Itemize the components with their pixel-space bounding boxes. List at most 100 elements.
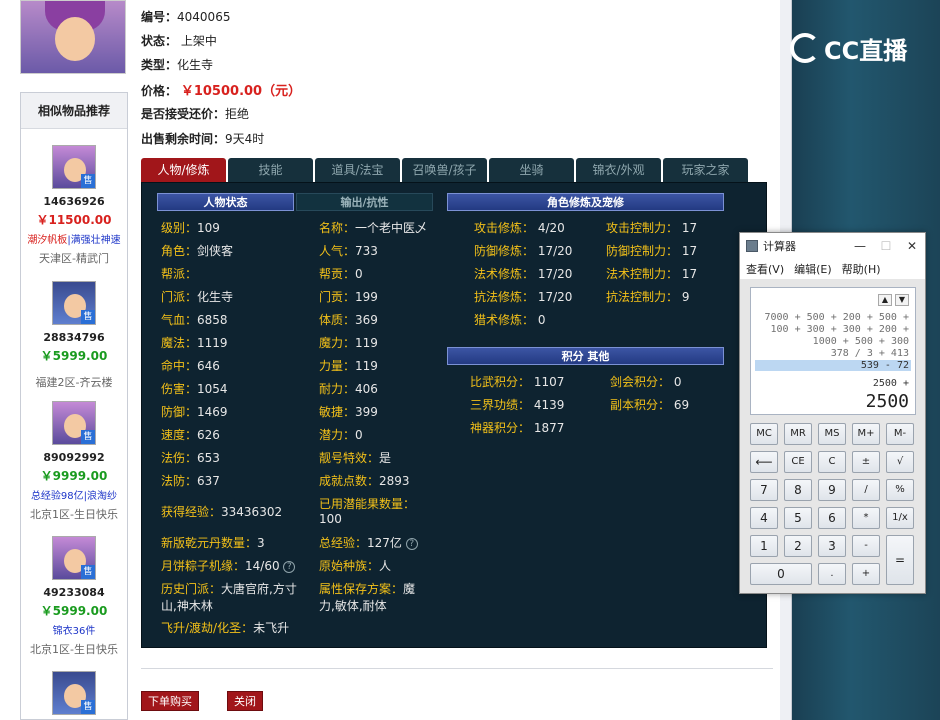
cult-value: 17/20 bbox=[537, 267, 573, 281]
rec-item[interactable]: 售 49233084 ￥5999.00 锦衣36件 北京1区-生日快乐 bbox=[21, 536, 127, 657]
stat-row: 气血：6858 bbox=[161, 311, 228, 328]
key-9[interactable]: 9 bbox=[818, 479, 846, 501]
key-divide[interactable]: / bbox=[852, 479, 880, 501]
tab-outfits[interactable]: 锦衣/外观 bbox=[576, 158, 661, 182]
close-icon[interactable]: ✕ bbox=[899, 239, 925, 253]
rec-server: 天津区-精武门 bbox=[39, 252, 109, 265]
rec-avatar[interactable]: 售 bbox=[52, 401, 96, 445]
key-equals[interactable]: = bbox=[886, 535, 914, 585]
history-line-selected[interactable]: 539 - 72 bbox=[755, 360, 911, 371]
key-3[interactable]: 3 bbox=[818, 535, 846, 557]
stat-label: 防御： bbox=[161, 405, 198, 419]
key-c[interactable]: C bbox=[818, 451, 846, 473]
points-row: 副本积分： 69 bbox=[610, 396, 689, 413]
similar-items-sidebar: 相似物品推荐 售 14636926 ￥11500.00 潮汐帆板|满强壮神速 天… bbox=[20, 92, 128, 720]
key-8[interactable]: 8 bbox=[784, 479, 812, 501]
rec-item[interactable]: 售 14636926 ￥11500.00 潮汐帆板|满强壮神速 天津区-精武门 bbox=[21, 145, 127, 266]
stat-label: 新版乾元丹数量： bbox=[161, 536, 258, 550]
cult-value: 17/20 bbox=[537, 244, 573, 258]
rec-tag: 满强壮神速 bbox=[70, 235, 121, 246]
cult-row: 猎术修炼： 0 bbox=[474, 311, 545, 328]
section-head-status[interactable]: 人物状态 bbox=[157, 193, 294, 211]
rec-avatar[interactable]: 售 bbox=[52, 671, 96, 715]
cult-row: 攻击修炼： 4/20 bbox=[474, 219, 565, 236]
help-icon[interactable]: ? bbox=[405, 537, 418, 550]
cult-value: 4/20 bbox=[537, 221, 565, 235]
close-button[interactable]: 关闭 bbox=[227, 691, 263, 711]
key-1[interactable]: 1 bbox=[750, 535, 778, 557]
menu-edit[interactable]: 编辑(E) bbox=[794, 261, 832, 277]
rec-item[interactable]: 售 89092992 ￥9999.00 总经验98亿|浪淘纱 北京1区-生日快乐 bbox=[21, 401, 127, 522]
stat-label: 敏捷： bbox=[319, 405, 356, 419]
key-mr[interactable]: MR bbox=[784, 423, 812, 445]
key-mminus[interactable]: M- bbox=[886, 423, 914, 445]
stat-row: 速度：626 bbox=[161, 426, 220, 443]
stat-row: 成就点数：2893 bbox=[319, 472, 410, 489]
rec-avatar[interactable]: 售 bbox=[52, 536, 96, 580]
key-6[interactable]: 6 bbox=[818, 507, 846, 529]
rec-server: 北京1区-生日快乐 bbox=[30, 508, 118, 521]
cult-row: 抗法修炼： 17/20 bbox=[474, 288, 572, 305]
stat-label: 法伤： bbox=[161, 451, 198, 465]
mooncake-row: 月饼粽子机缘：14/60 ? bbox=[161, 557, 296, 574]
stat-value: 653 bbox=[197, 451, 220, 465]
calculator-expression: 2500 + bbox=[872, 378, 909, 389]
stat-label: 力量： bbox=[319, 359, 356, 373]
cult-label: 抗法修炼： bbox=[474, 290, 535, 304]
key-4[interactable]: 4 bbox=[750, 507, 778, 529]
key-sqrt[interactable]: √ bbox=[886, 451, 914, 473]
tab-mounts[interactable]: 坐骑 bbox=[489, 158, 574, 182]
stat-label: 角色： bbox=[161, 244, 198, 258]
menu-view[interactable]: 查看(V) bbox=[746, 261, 784, 277]
rec-avatar[interactable]: 售 bbox=[52, 281, 96, 325]
cult-row: 防御控制力： 17 bbox=[606, 242, 697, 259]
key-ms[interactable]: MS bbox=[818, 423, 846, 445]
cult-label: 抗法控制力： bbox=[606, 290, 679, 304]
tab-items[interactable]: 道具/法宝 bbox=[315, 158, 400, 182]
stat-row: 潜力：0 bbox=[319, 426, 363, 443]
key-multiply[interactable]: * bbox=[852, 507, 880, 529]
stat-value: 剑侠客 bbox=[197, 244, 234, 258]
tab-pets[interactable]: 召唤兽/孩子 bbox=[402, 158, 487, 182]
qiankun-row: 新版乾元丹数量：3 bbox=[161, 534, 265, 551]
stat-row: 体质：369 bbox=[319, 311, 378, 328]
stat-value: 0 bbox=[355, 267, 363, 281]
key-negate[interactable]: ± bbox=[852, 451, 880, 473]
key-plus[interactable]: + bbox=[852, 563, 880, 585]
calculator-result: 2500 bbox=[865, 391, 909, 412]
used-potential-row: 已用潜能果数量： 100 bbox=[319, 495, 415, 526]
stat-row: 防御：1469 bbox=[161, 403, 228, 420]
calculator-title: 计算器 bbox=[763, 240, 796, 253]
stat-row: 靓号特效：是 bbox=[319, 449, 391, 466]
tab-character[interactable]: 人物/修炼 bbox=[141, 158, 226, 182]
scroll-down-icon[interactable]: ▼ bbox=[895, 294, 909, 306]
section-head-output[interactable]: 输出/抗性 bbox=[296, 193, 433, 211]
key-7[interactable]: 7 bbox=[750, 479, 778, 501]
key-reciprocal[interactable]: 1/x bbox=[886, 507, 914, 529]
key-minus[interactable]: - bbox=[852, 535, 880, 557]
rec-item[interactable]: 售 28834796 ￥5999.00 福建2区-齐云楼 bbox=[21, 281, 127, 390]
buy-button[interactable]: 下单购买 bbox=[141, 691, 199, 711]
stat-label: 门派： bbox=[161, 290, 198, 304]
menu-help[interactable]: 帮助(H) bbox=[842, 261, 881, 277]
key-mplus[interactable]: M+ bbox=[852, 423, 880, 445]
key-mc[interactable]: MC bbox=[750, 423, 778, 445]
scroll-up-icon[interactable]: ▲ bbox=[878, 294, 892, 306]
key-percent[interactable]: % bbox=[886, 479, 914, 501]
rec-avatar[interactable]: 售 bbox=[52, 145, 96, 189]
stat-label: 成就点数： bbox=[319, 474, 380, 488]
tab-skills[interactable]: 技能 bbox=[228, 158, 313, 182]
key-0[interactable]: 0 bbox=[750, 563, 812, 585]
tab-home[interactable]: 玩家之家 bbox=[663, 158, 748, 182]
key-2[interactable]: 2 bbox=[784, 535, 812, 557]
rec-item[interactable]: 售 bbox=[21, 671, 127, 715]
help-icon[interactable]: ? bbox=[283, 560, 296, 573]
minimize-icon[interactable]: — bbox=[847, 239, 873, 253]
stat-label: 人气： bbox=[319, 244, 356, 258]
info-value: 9天4时 bbox=[225, 132, 265, 146]
calculator-titlebar[interactable]: 计算器 — ☐ ✕ bbox=[740, 233, 925, 259]
key-ce[interactable]: CE bbox=[784, 451, 812, 473]
key-backspace[interactable]: ⟵ bbox=[750, 451, 778, 473]
key-decimal[interactable]: . bbox=[818, 563, 846, 585]
key-5[interactable]: 5 bbox=[784, 507, 812, 529]
